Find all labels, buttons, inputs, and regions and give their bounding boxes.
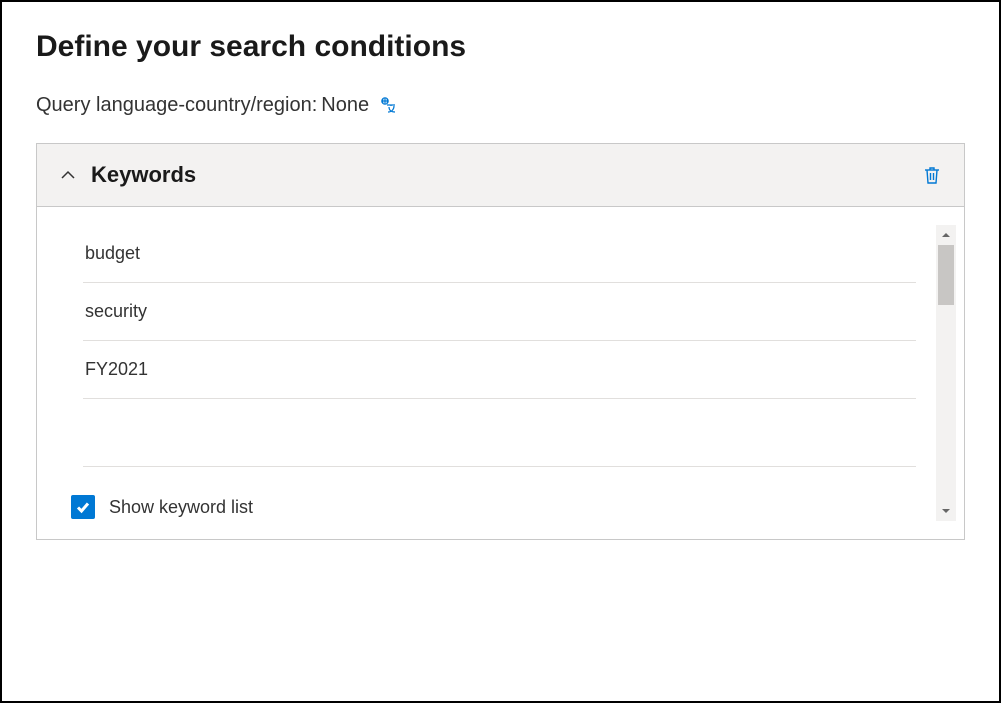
page-title: Define your search conditions <box>36 30 965 64</box>
keyword-row-empty[interactable] <box>83 399 916 467</box>
show-keyword-list-label: Show keyword list <box>109 497 253 518</box>
scroll-thumb[interactable] <box>938 245 954 305</box>
keyword-row[interactable]: security <box>83 283 916 341</box>
keyword-row[interactable]: FY2021 <box>83 341 916 399</box>
chevron-up-icon[interactable] <box>59 166 77 184</box>
keyword-row[interactable]: budget <box>83 225 916 283</box>
query-language-value: None <box>321 94 369 117</box>
query-language-row: Query language-country/region: None <box>36 94 965 117</box>
keywords-panel: Keywords budget security FY2021 <box>36 143 965 540</box>
keywords-list: budget security FY2021 <box>83 225 916 467</box>
keywords-panel-header: Keywords <box>37 144 964 207</box>
query-language-label: Query language-country/region: <box>36 94 317 117</box>
translate-icon[interactable] <box>379 96 399 116</box>
scrollbar[interactable] <box>936 225 956 521</box>
show-keyword-list-row: Show keyword list <box>37 467 936 539</box>
keywords-panel-title: Keywords <box>91 162 196 188</box>
scroll-down-arrow-icon[interactable] <box>936 501 956 521</box>
scroll-up-arrow-icon[interactable] <box>936 225 956 245</box>
keywords-panel-body: budget security FY2021 Show keyword list <box>37 207 964 539</box>
trash-icon[interactable] <box>922 165 942 185</box>
show-keyword-list-checkbox[interactable] <box>71 495 95 519</box>
